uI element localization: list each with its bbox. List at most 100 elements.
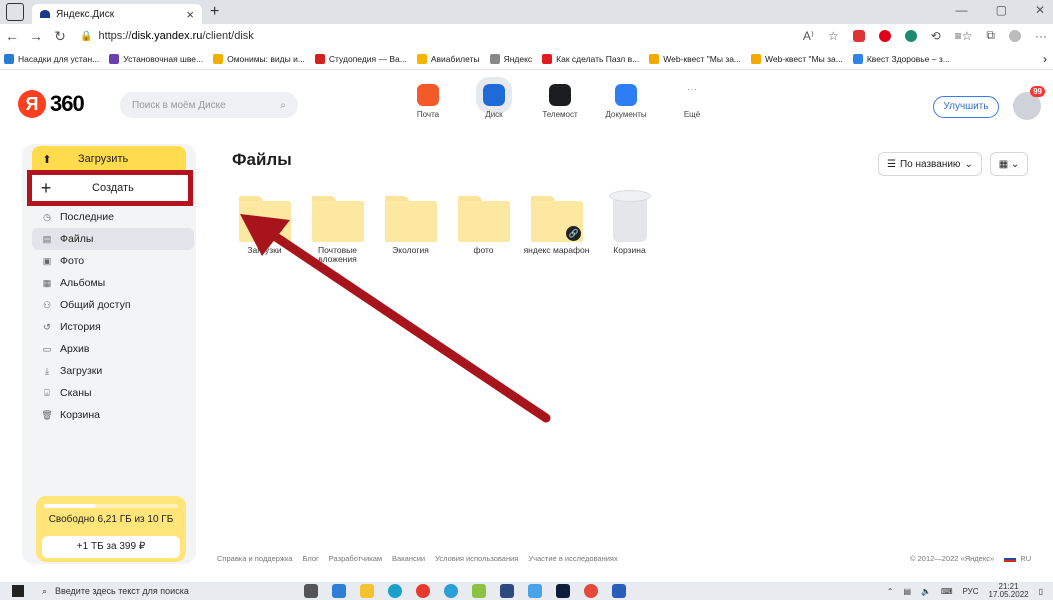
clock[interactable]: 21:21 17.05.2022: [989, 583, 1029, 599]
folder-item[interactable]: Почтовые вложения: [301, 190, 374, 264]
favorites-icon[interactable]: ≡☆: [955, 29, 973, 43]
bookmark-item[interactable]: Насадки для устан...: [4, 53, 99, 64]
language-indicator[interactable]: РУС: [963, 587, 979, 596]
avatar[interactable]: 99: [1013, 86, 1045, 120]
file-grid: Загрузки Почтовые вложения Экология фото 🔗 ян…: [228, 190, 666, 264]
sidebar-item-6[interactable]: ▭ Архив: [32, 338, 194, 360]
address-bar: ← → ↻ 🔒 https://disk.yandex.ru/client/di…: [0, 24, 1053, 48]
photoshop-icon[interactable]: [556, 584, 570, 598]
taskbar-search[interactable]: ⌕ Введите здесь текст для поиска: [42, 586, 248, 597]
read-aloud-icon[interactable]: A⁾: [803, 29, 814, 43]
browser-tab[interactable]: Яндекс.Диск ×: [32, 4, 202, 24]
search-icon[interactable]: ⌕: [280, 100, 286, 111]
sidebar-item-4[interactable]: ⚇ Общий доступ: [32, 294, 194, 316]
sidebar-item-5[interactable]: ↺ История: [32, 316, 194, 338]
extension-icon[interactable]: [852, 29, 865, 42]
folder-item[interactable]: 🔗 яндекс марафон: [520, 190, 593, 264]
edge-icon[interactable]: [388, 584, 402, 598]
storage-text: Свободно 6,21 ГБ из 10 ГБ: [48, 514, 174, 525]
tab-actions-icon[interactable]: [6, 3, 24, 21]
word-icon[interactable]: [612, 584, 626, 598]
sort-dropdown[interactable]: ☰ По названию ⌄: [878, 152, 982, 176]
notifications-icon[interactable]: ▯: [1039, 587, 1043, 596]
bookmark-item[interactable]: Установочная шве...: [109, 53, 203, 64]
footer-link[interactable]: Блог: [303, 554, 319, 563]
chrome-icon[interactable]: [584, 584, 598, 598]
profile-icon[interactable]: [1009, 29, 1021, 42]
folder-item[interactable]: Загрузки: [228, 190, 301, 264]
footer-link[interactable]: Вакансии: [392, 554, 425, 563]
new-tab-icon[interactable]: +: [210, 3, 219, 21]
forward-icon[interactable]: →: [24, 28, 48, 44]
footer-link[interactable]: Разработчикам: [329, 554, 382, 563]
url-field[interactable]: 🔒 https://disk.yandex.ru/client/disk: [80, 30, 254, 42]
storage-widget: Свободно 6,21 ГБ из 10 ГБ +1 ТБ за 399 ₽: [36, 496, 186, 562]
service-4[interactable]: ··· Ещё: [659, 84, 725, 119]
sidebar-item-0[interactable]: ◷ Последние: [32, 206, 194, 228]
favorite-star-icon[interactable]: ☆: [828, 29, 839, 43]
folder-item[interactable]: фото: [447, 190, 520, 264]
minimize-icon[interactable]: —: [956, 3, 968, 17]
trash-item[interactable]: Корзина: [593, 190, 666, 264]
service-3[interactable]: Документы: [593, 84, 659, 119]
sidebar-item-3[interactable]: ▦ Альбомы: [32, 272, 194, 294]
bookmarks-more-icon[interactable]: ›: [1043, 52, 1047, 66]
bookmark-item[interactable]: Авиабилеты: [416, 53, 480, 64]
volume-icon[interactable]: 🔈: [921, 587, 931, 596]
buy-storage-button[interactable]: +1 ТБ за 399 ₽: [42, 536, 180, 558]
service-1[interactable]: Диск: [461, 77, 527, 119]
close-window-icon[interactable]: ✕: [1035, 3, 1045, 17]
task-view-icon[interactable]: [304, 584, 318, 598]
sidebar-item-2[interactable]: ▣ Фото: [32, 250, 194, 272]
bookmark-favicon-icon: [649, 53, 660, 64]
sidebar-item-1[interactable]: ▤ Файлы: [32, 228, 194, 250]
restore-icon[interactable]: ▢: [996, 3, 1007, 17]
footer-link[interactable]: Справка и поддержка: [217, 554, 293, 563]
footer-link[interactable]: Условия использования: [435, 554, 518, 563]
create-button[interactable]: + Создать: [27, 170, 193, 206]
service-0[interactable]: Почта: [395, 84, 461, 119]
bookmark-item[interactable]: Как сделать Пазл в...: [542, 53, 639, 64]
more-menu-icon[interactable]: ···: [1035, 29, 1047, 43]
shared-link-icon: 🔗: [566, 226, 581, 241]
sidebar-item-8[interactable]: ⌸ Сканы: [32, 382, 194, 404]
footer-link[interactable]: Участие в исследованиях: [528, 554, 617, 563]
network-icon[interactable]: ▤: [903, 587, 911, 596]
keyboard-icon[interactable]: ⌨: [941, 587, 953, 596]
service-icon: [549, 84, 571, 106]
upload-button[interactable]: ⬆ Загрузить: [32, 146, 186, 172]
opera-icon[interactable]: [416, 584, 430, 598]
sidebar-item-9[interactable]: 🗑 Корзина: [32, 404, 194, 426]
sidebar-nav: ◷ Последние ▤ Файлы ▣ Фото ▦ Альбомы ⚇ Общий дост…: [32, 206, 194, 426]
app-icon[interactable]: [500, 584, 514, 598]
yandex-360-logo[interactable]: Я 360: [18, 90, 85, 118]
upgrade-button[interactable]: Улучшить: [933, 96, 999, 118]
windows-start-icon[interactable]: [12, 585, 24, 597]
refresh-extension-icon[interactable]: ⟲: [931, 29, 941, 43]
edge-extension-icon[interactable]: [904, 29, 917, 42]
paint-icon[interactable]: [472, 584, 486, 598]
view-mode-button[interactable]: ▦ ⌄: [990, 152, 1028, 176]
service-2[interactable]: Телемост: [527, 84, 593, 119]
sidebar-item-7[interactable]: ⤓ Загрузки: [32, 360, 194, 382]
disk-search-input[interactable]: Поиск в моём Диске ⌕: [120, 92, 298, 118]
mail-app-icon[interactable]: [332, 584, 346, 598]
reload-icon[interactable]: ↻: [48, 28, 72, 45]
bookmark-item[interactable]: Яндекс: [489, 53, 532, 64]
opera-extension-icon[interactable]: [878, 29, 891, 42]
folder-item[interactable]: Экология: [374, 190, 447, 264]
photos-icon[interactable]: [528, 584, 542, 598]
bookmark-item[interactable]: Омонимы: виды и...: [213, 53, 305, 64]
back-icon[interactable]: ←: [0, 28, 24, 44]
collections-icon[interactable]: ⧉: [986, 28, 995, 43]
file-explorer-icon[interactable]: [360, 584, 374, 598]
footer-links: Справка и поддержка Блог Разработчикам Вака…: [217, 554, 618, 563]
close-tab-icon[interactable]: ×: [186, 7, 194, 22]
bookmark-item[interactable]: Web-квест "Мы за...: [751, 53, 843, 64]
bookmark-item[interactable]: Web-квест "Мы за...: [649, 53, 741, 64]
bookmark-item[interactable]: Квест Здоровье – з...: [852, 53, 950, 64]
shared-icon: ⚇: [42, 299, 52, 310]
bookmark-item[interactable]: Студопедия — Ва...: [314, 53, 407, 64]
tray-chevron-icon[interactable]: ⌃: [887, 587, 894, 596]
telegram-icon[interactable]: [444, 584, 458, 598]
